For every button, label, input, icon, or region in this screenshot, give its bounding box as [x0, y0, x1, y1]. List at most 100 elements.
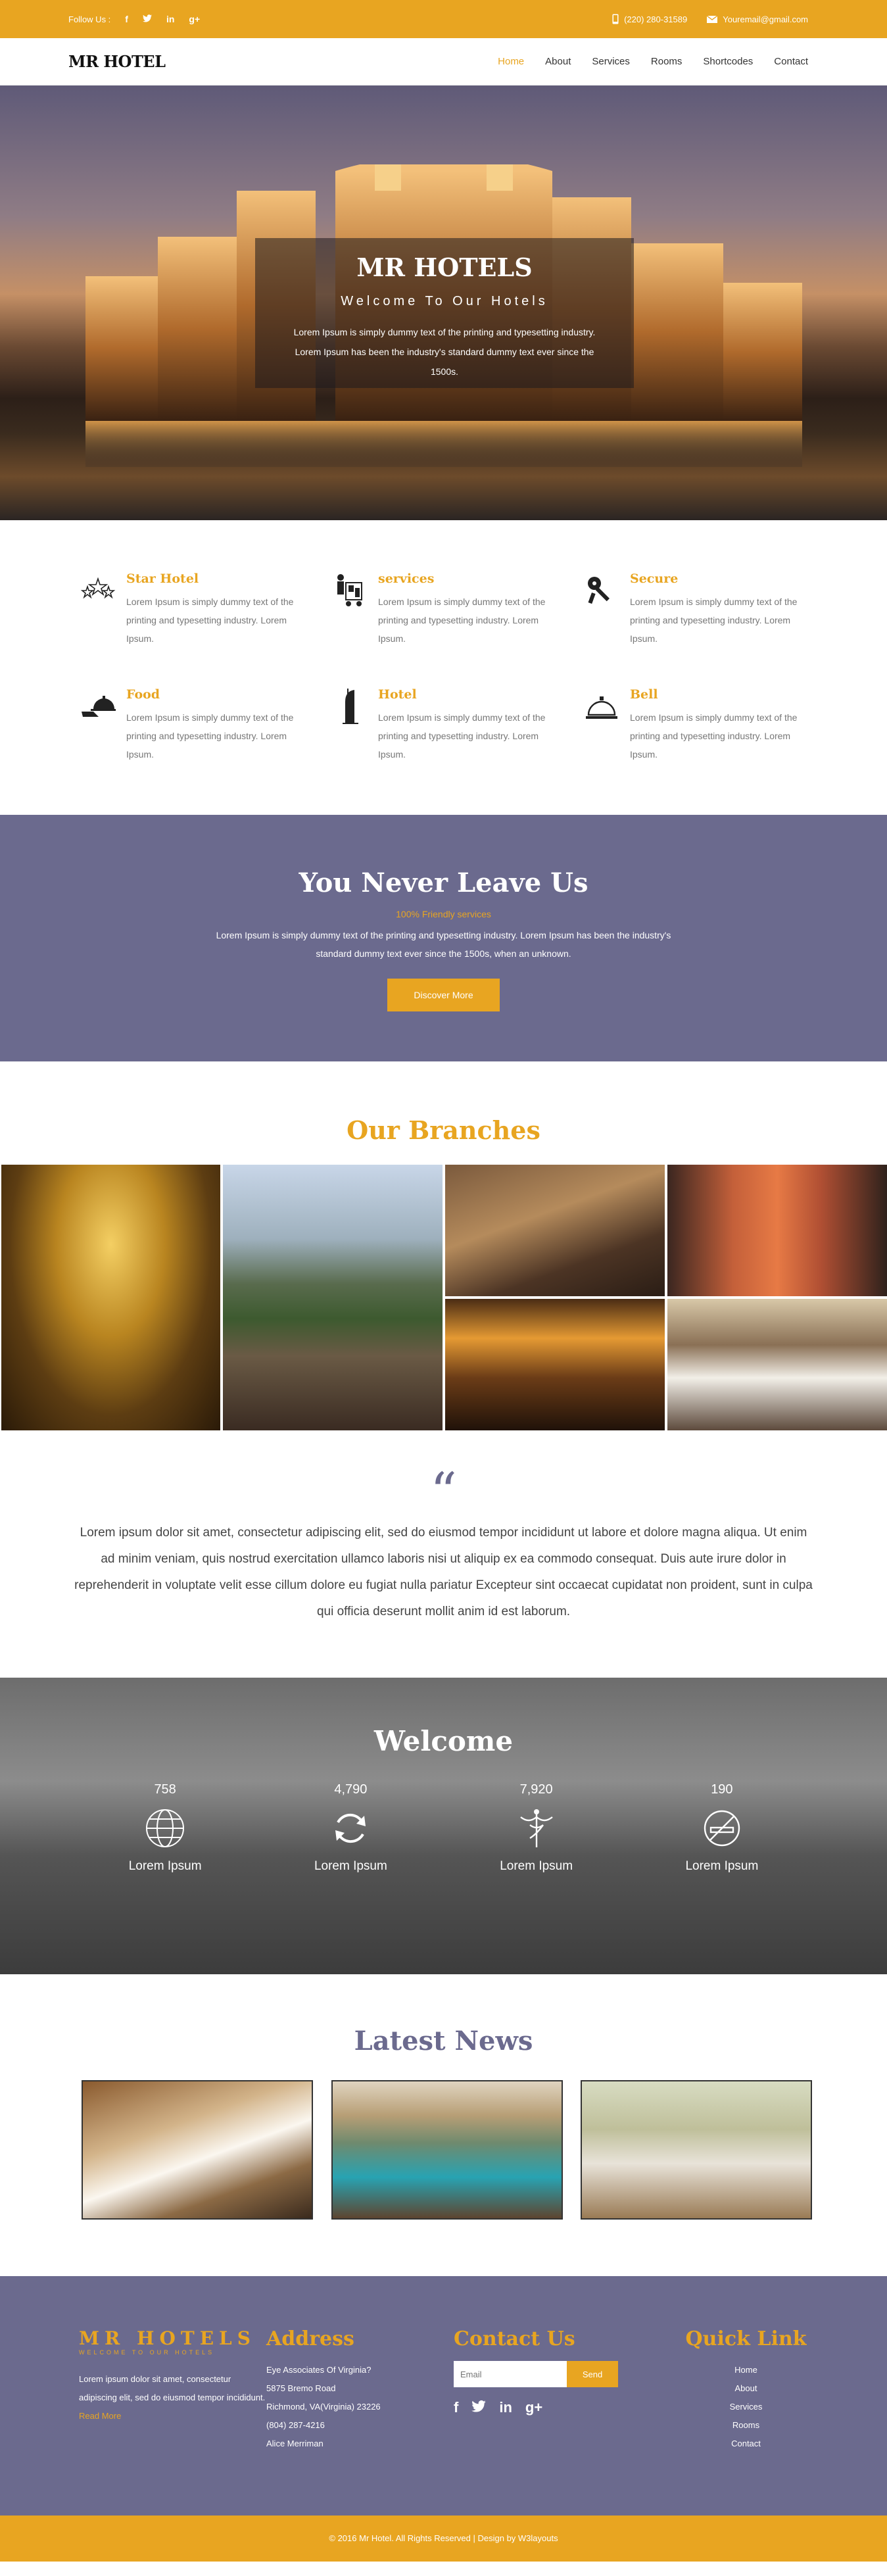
- bellboy-cart-icon: [331, 571, 369, 610]
- news-image-balcony[interactable]: [331, 2080, 563, 2220]
- branch-image-terrace[interactable]: [223, 1165, 443, 1430]
- nav-item-home[interactable]: Home: [498, 56, 524, 67]
- facebook-icon[interactable]: f: [125, 14, 128, 24]
- quick-link-services[interactable]: Services: [677, 2398, 815, 2416]
- copyright-bar: © 2016 Mr Hotel. All Rights Reserved | D…: [0, 2515, 887, 2562]
- top-contact: (220) 280-31589 Youremail@gmail.com: [612, 14, 808, 24]
- address-line: (804) 287-4216: [266, 2420, 325, 2430]
- feature-title: Secure: [630, 571, 679, 586]
- twitter-icon[interactable]: [142, 14, 152, 24]
- linkedin-icon[interactable]: in: [499, 2399, 512, 2416]
- section-title: Latest News: [354, 2026, 533, 2056]
- send-button[interactable]: Send: [567, 2361, 618, 2387]
- read-more-link[interactable]: Read More: [79, 2407, 266, 2425]
- news-image-bedroom[interactable]: [82, 2080, 313, 2220]
- nav-item-shortcodes[interactable]: Shortcodes: [703, 56, 753, 67]
- feature-services: services Lorem Ipsum is simply dummy tex…: [331, 571, 556, 648]
- never-leave-section: You Never Leave Us 100% Friendly service…: [0, 815, 887, 1061]
- feature-title: services: [378, 571, 435, 586]
- latest-news-section: Latest News: [0, 1974, 887, 2276]
- stat-value: 758: [154, 1782, 176, 1797]
- branch-image-lounge[interactable]: [445, 1165, 665, 1296]
- reception-bell-icon: [583, 687, 621, 725]
- keys-icon: [583, 571, 621, 610]
- google-plus-icon[interactable]: g+: [525, 2399, 542, 2416]
- discover-more-button[interactable]: Discover More: [387, 979, 500, 1011]
- footer-heading: Quick Link: [685, 2327, 807, 2350]
- feature-title: Star Hotel: [126, 571, 199, 586]
- section-subtitle: 100% Friendly services: [396, 909, 491, 919]
- branch-image-corridor[interactable]: [667, 1165, 887, 1296]
- section-title: You Never Leave Us: [299, 867, 588, 898]
- branch-image-suite[interactable]: [445, 1299, 665, 1430]
- address-line: Alice Merriman: [266, 2439, 324, 2448]
- follow-label: Follow Us :: [68, 14, 111, 24]
- stat-item: 758 Lorem Ipsum: [112, 1782, 218, 1874]
- stars-icon: [79, 571, 117, 610]
- main-nav: MR HOTEL Home About Services Rooms Short…: [0, 38, 887, 85]
- feature-text: Lorem Ipsum is simply dummy text of the …: [378, 712, 546, 760]
- email-address[interactable]: Youremail@gmail.com: [723, 14, 808, 24]
- quote-text: Lorem ipsum dolor sit amet, consectetur …: [74, 1526, 813, 1618]
- stat-label: Lorem Ipsum: [128, 1859, 202, 1873]
- section-text: Lorem Ipsum is simply dummy text of the …: [216, 930, 671, 959]
- refresh-icon: [298, 1805, 403, 1851]
- footer-tagline: WELCOME TO OUR HOTELS: [79, 2349, 215, 2356]
- globe-icon: [112, 1805, 218, 1851]
- feature-text: Lorem Ipsum is simply dummy text of the …: [126, 596, 294, 644]
- google-plus-icon[interactable]: g+: [189, 14, 200, 24]
- email-input[interactable]: [454, 2361, 567, 2387]
- nav-item-services[interactable]: Services: [592, 56, 630, 67]
- footer: MR HOTELS WELCOME TO OUR HOTELS Lorem ip…: [0, 2276, 887, 2515]
- top-bar: Follow Us : f in g+ (220) 280-31589 Your…: [0, 0, 887, 38]
- email-info[interactable]: Youremail@gmail.com: [707, 14, 808, 24]
- quick-link-contact[interactable]: Contact: [677, 2435, 815, 2453]
- footer-logo[interactable]: MR HOTELS: [79, 2327, 266, 2349]
- news-row: [0, 2080, 887, 2276]
- branch-image-lobby[interactable]: [1, 1165, 220, 1430]
- nav-item-rooms[interactable]: Rooms: [651, 56, 683, 67]
- facebook-icon[interactable]: f: [454, 2399, 458, 2416]
- feature-food: Food Lorem Ipsum is simply dummy text of…: [79, 687, 304, 764]
- quick-link-about[interactable]: About: [677, 2379, 815, 2398]
- copyright-text: © 2016 Mr Hotel. All Rights Reserved | D…: [329, 2533, 558, 2543]
- footer-heading: Address: [266, 2327, 354, 2350]
- footer-social: f in g+: [454, 2399, 677, 2416]
- stat-item: 4,790 Lorem Ipsum: [298, 1782, 403, 1874]
- site-logo[interactable]: MR HOTEL: [68, 52, 166, 71]
- branches-section: Our Branches: [0, 1061, 887, 1430]
- features-grid: Star Hotel Lorem Ipsum is simply dummy t…: [0, 520, 887, 790]
- stat-value: 7,920: [519, 1782, 553, 1797]
- footer-about-text: Lorem ipsum dolor sit amet, consectetur …: [79, 2374, 266, 2402]
- section-title: Welcome: [373, 1725, 514, 1757]
- stats-row: 758 Lorem Ipsum 4,790 Lorem Ipsum 7,920 …: [0, 1782, 887, 1874]
- feature-secure: Secure Lorem Ipsum is simply dummy text …: [583, 571, 808, 648]
- tower-hotel-icon: [331, 687, 369, 725]
- stat-value: 190: [711, 1782, 733, 1797]
- phone-icon: [612, 14, 619, 24]
- news-image-suite[interactable]: [581, 2080, 812, 2220]
- phone-number: (220) 280-31589: [624, 14, 688, 24]
- feature-title: Hotel: [378, 687, 417, 702]
- feature-hotel: Hotel Lorem Ipsum is simply dummy text o…: [331, 687, 556, 764]
- nav-item-about[interactable]: About: [545, 56, 571, 67]
- follow-us: Follow Us : f in g+: [68, 14, 200, 24]
- address-line: Richmond, VA(Virginia) 23226: [266, 2402, 381, 2412]
- feature-title: Bell: [630, 687, 658, 702]
- linkedin-icon[interactable]: in: [166, 14, 174, 24]
- hero-subtitle: Welcome To Our Hotels: [341, 294, 548, 308]
- address-line: 5875 Bremo Road: [266, 2383, 336, 2393]
- testimonial-quote: “ Lorem ipsum dolor sit amet, consectetu…: [0, 1430, 887, 1678]
- nav-item-contact[interactable]: Contact: [774, 56, 808, 67]
- branches-gallery: [0, 1165, 887, 1430]
- subscribe-form: Send: [454, 2361, 677, 2387]
- stat-label: Lorem Ipsum: [685, 1859, 759, 1873]
- quick-link-rooms[interactable]: Rooms: [677, 2416, 815, 2435]
- no-smoking-icon: [669, 1805, 775, 1851]
- branch-image-restaurant[interactable]: [667, 1299, 887, 1430]
- twitter-icon[interactable]: [471, 2399, 487, 2416]
- feature-title: Food: [126, 687, 160, 702]
- stat-value: 4,790: [334, 1782, 368, 1797]
- quick-link-home[interactable]: Home: [677, 2361, 815, 2379]
- feature-bell: Bell Lorem Ipsum is simply dummy text of…: [583, 687, 808, 764]
